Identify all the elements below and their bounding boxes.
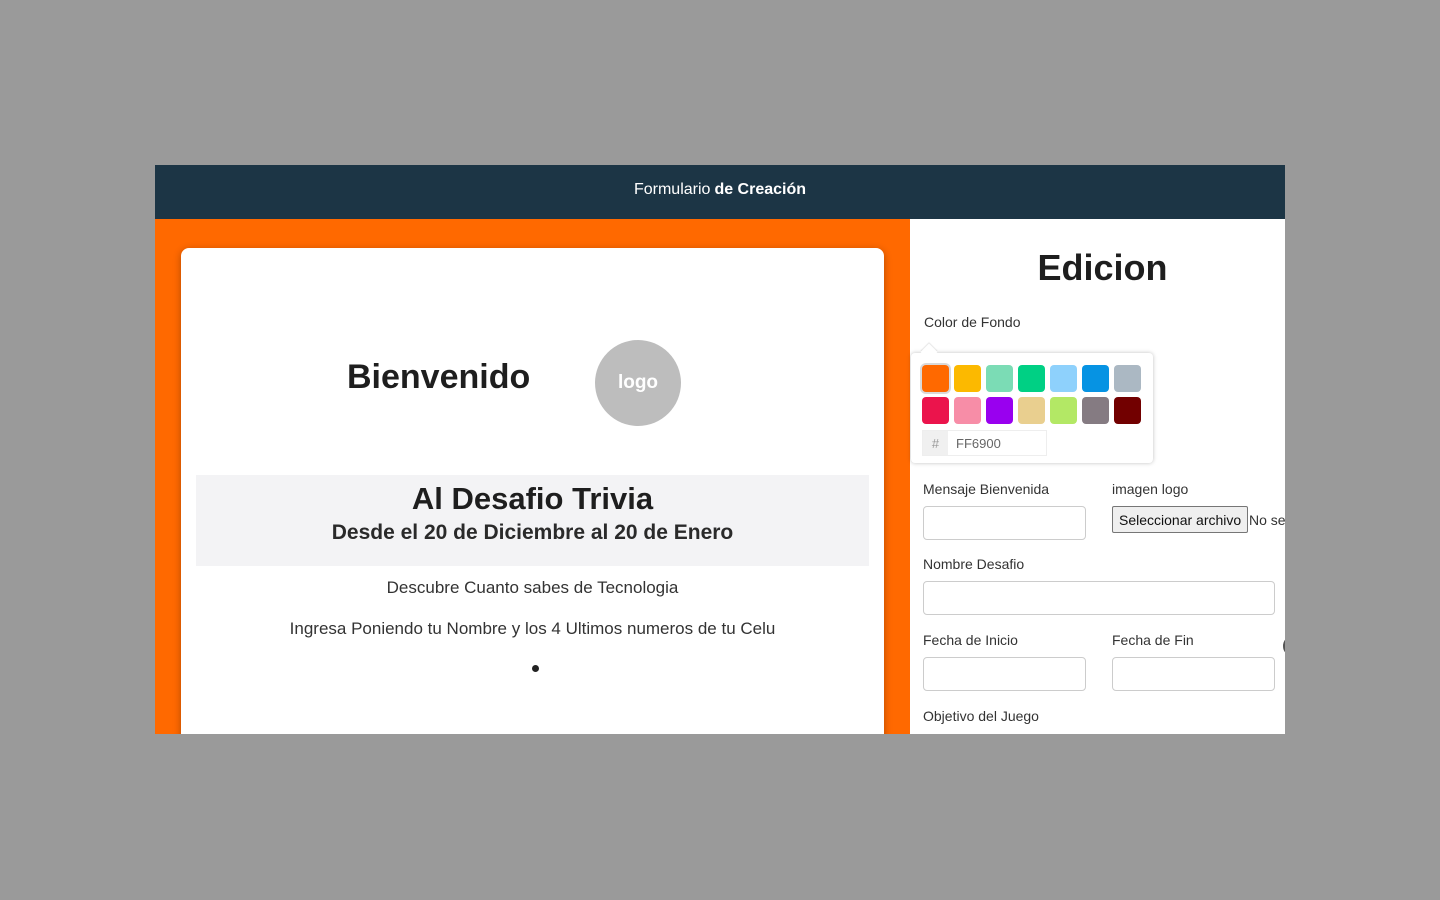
file-status: No se xyxy=(1249,512,1285,528)
description-line-1: Descubre Cuanto sabes de Tecnologia xyxy=(386,578,679,597)
preview-card: Bienvenido logo Al Desafio Trivia Desde … xyxy=(181,248,884,734)
color-swatch[interactable] xyxy=(1050,397,1077,424)
hex-field: # FF6900 xyxy=(922,430,1047,456)
header-title-bold: de Creación xyxy=(714,181,807,198)
color-swatch[interactable] xyxy=(1050,365,1077,392)
color-picker: # FF6900 xyxy=(911,353,1153,463)
header-title-light: Formulario xyxy=(633,181,711,198)
start-date-label: Fecha de Inicio xyxy=(923,632,1018,648)
hex-prefix: # xyxy=(923,431,948,455)
banner-title: Al Desafio Trivia xyxy=(411,481,654,516)
end-date-input[interactable] xyxy=(1112,657,1275,691)
top-bar: Formulario de Creación xyxy=(155,165,1285,219)
description-line-2: Ingresa Poniendo tu Nombre y los 4 Ultim… xyxy=(289,619,776,638)
color-swatch[interactable] xyxy=(1018,365,1045,392)
color-swatch[interactable] xyxy=(986,397,1013,424)
objective-label: Objetivo del Juego xyxy=(923,708,1039,724)
challenge-banner: Al Desafio Trivia Desde el 20 de Diciemb… xyxy=(196,475,869,566)
start-date-input[interactable] xyxy=(923,657,1086,691)
preview-pane: Bienvenido logo Al Desafio Trivia Desde … xyxy=(155,219,910,734)
color-swatches xyxy=(922,365,1141,424)
welcome-heading: Bienvenido xyxy=(347,358,531,396)
app-window: Formulario de Creación Bienvenido logo A… xyxy=(155,165,1285,734)
challenge-name-input[interactable] xyxy=(923,581,1275,615)
color-swatch[interactable] xyxy=(954,397,981,424)
challenge-name-label: Nombre Desafio xyxy=(923,556,1025,572)
color-swatch[interactable] xyxy=(1114,397,1141,424)
welcome-row: Bienvenido logo xyxy=(181,338,884,428)
color-swatch[interactable] xyxy=(1082,365,1109,392)
color-label: Color de Fondo xyxy=(924,314,1021,330)
select-file-button[interactable]: Seleccionar archivo xyxy=(1112,506,1249,533)
edit-title: Edicion xyxy=(1037,247,1168,288)
color-swatch[interactable] xyxy=(1018,397,1045,424)
bullet-dot xyxy=(532,665,539,672)
color-swatch[interactable] xyxy=(1082,397,1109,424)
color-swatch[interactable] xyxy=(954,365,981,392)
color-swatch[interactable] xyxy=(922,365,949,392)
edit-pane: Edicion Color de Fondo # FF6900 Mensaje … xyxy=(910,219,1285,734)
end-date-label: Fecha de Fin xyxy=(1112,632,1194,648)
color-swatch[interactable] xyxy=(1114,365,1141,392)
welcome-msg-label: Mensaje Bienvenida xyxy=(923,481,1050,497)
edge-handle[interactable] xyxy=(1283,637,1285,655)
color-swatch[interactable] xyxy=(986,365,1013,392)
welcome-msg-input[interactable] xyxy=(923,506,1086,540)
logo-placeholder: logo xyxy=(595,340,681,426)
hex-input[interactable]: FF6900 xyxy=(948,431,1046,455)
color-swatch[interactable] xyxy=(922,397,949,424)
banner-subtitle: Desde el 20 de Diciembre al 20 de Enero xyxy=(331,521,734,544)
logo-label: imagen logo xyxy=(1112,481,1189,497)
